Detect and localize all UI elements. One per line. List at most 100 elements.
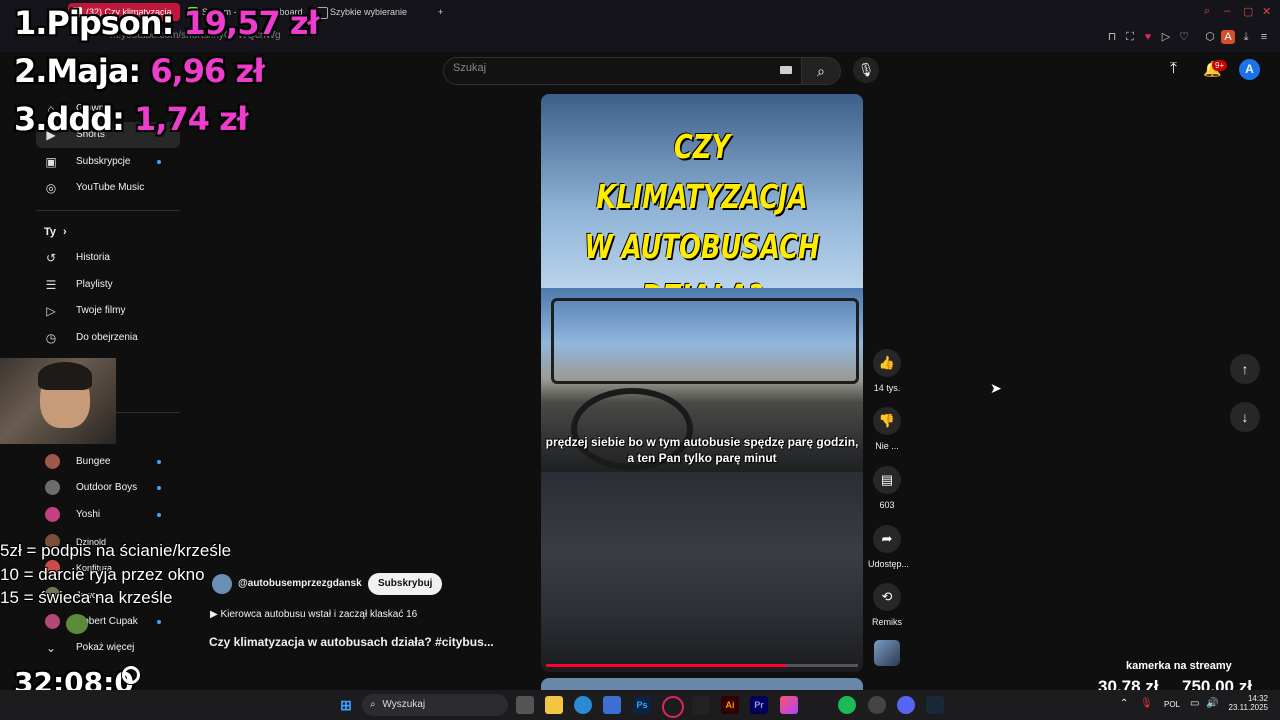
new-content-dot xyxy=(157,486,161,490)
remix-icon: ⟲ xyxy=(873,583,901,611)
discord-icon[interactable] xyxy=(897,696,915,714)
music-icon: ◎ xyxy=(45,181,57,195)
sidebar-sub-outdoor-boys[interactable]: Outdoor Boys xyxy=(36,475,180,501)
network-icon[interactable]: ▭ xyxy=(1190,698,1199,709)
task-view-icon[interactable] xyxy=(516,696,534,714)
microphone-icon: 🎙 xyxy=(857,62,875,77)
like-button[interactable]: 👍 14 tys. xyxy=(868,349,906,393)
minimize-button[interactable]: – xyxy=(1224,5,1230,17)
sidebar-sub-bungee[interactable]: Bungee xyxy=(36,449,180,475)
related-video-link[interactable]: ▶ Kierowca autobusu wstał i zaczął klask… xyxy=(210,609,417,620)
remix-button[interactable]: ⟲ Remiks xyxy=(868,583,906,627)
sound-thumbnail[interactable] xyxy=(874,640,900,666)
new-tab-button[interactable]: + xyxy=(438,3,443,21)
pocket-icon[interactable]: ♥ xyxy=(1141,30,1155,44)
download-icon[interactable]: ⤓ xyxy=(1239,30,1253,44)
play-icon: ▶ xyxy=(210,609,221,620)
new-content-dot xyxy=(157,513,161,517)
sidebar-item-playlists[interactable]: ☰ Playlisty xyxy=(36,272,180,298)
sidebar-item-watch-later[interactable]: ◷ Do obejrzenia xyxy=(36,325,180,351)
previous-short-button[interactable]: ↑ xyxy=(1230,354,1260,384)
heart-icon[interactable]: ♡ xyxy=(1177,30,1191,44)
sidebar-divider xyxy=(36,210,180,211)
opera-gx-icon[interactable] xyxy=(662,696,684,718)
clock[interactable]: 14:32 23.11.2025 xyxy=(1229,694,1268,712)
spotify-icon[interactable] xyxy=(838,696,856,714)
channel-avatar xyxy=(45,507,60,522)
figma-icon[interactable] xyxy=(780,696,798,714)
windshield-frame xyxy=(551,298,859,384)
illustrator-icon[interactable]: Ai xyxy=(721,696,739,714)
mouse-cursor-icon: ➤ xyxy=(990,380,1002,396)
search-input[interactable] xyxy=(443,57,803,85)
sidebar-you-header[interactable]: Ty › xyxy=(36,219,180,245)
donation-rank-2: 2.Maja: 6,96 zł xyxy=(14,52,265,90)
sidebar-sub-robert-cupak[interactable]: Robert Cupak xyxy=(36,609,180,635)
edge-icon[interactable] xyxy=(574,696,592,714)
volume-icon[interactable]: 🔊 xyxy=(1206,698,1218,709)
short-video-player[interactable]: CZY KLIMATYZACJA W AUTOBUSACH DZIAŁA? pr… xyxy=(541,94,863,672)
streamer-hair xyxy=(38,362,92,390)
photoshop-icon[interactable]: Ps xyxy=(633,696,651,714)
search-tabs-icon[interactable]: ⌕ xyxy=(1204,5,1210,18)
share-button[interactable]: ➦ Udostęp... xyxy=(868,525,909,569)
bookmark-icon[interactable]: ⊓ xyxy=(1105,30,1119,44)
blurred-video-area xyxy=(541,472,863,672)
steam-icon[interactable] xyxy=(926,696,944,714)
history-icon: ↺ xyxy=(45,251,57,265)
profile-icon[interactable]: A xyxy=(1221,30,1235,44)
tab-speed-dial[interactable]: Szybkie wybieranie xyxy=(312,3,407,21)
sidebar-show-more[interactable]: ⌄ Pokaż więcej xyxy=(36,635,180,661)
next-short-button[interactable]: ↓ xyxy=(1230,402,1260,432)
screenshot-icon[interactable]: ⛶ xyxy=(1123,30,1137,44)
channel-name[interactable]: @autobusemprzezgdansk xyxy=(238,578,362,589)
notifications-badge: 9+ xyxy=(1212,60,1228,71)
taskbar-search[interactable]: ⌕ Wyszukaj xyxy=(362,694,508,716)
arrow-up-icon: ↑ xyxy=(1241,361,1249,377)
webcam-feed xyxy=(0,358,116,444)
donation-rank-3: 3.ddd: 1,74 zł xyxy=(14,100,249,138)
obs-icon[interactable] xyxy=(868,696,886,714)
upload-icon[interactable]: ⤒ xyxy=(1170,60,1177,78)
video-icon: ▷ xyxy=(46,304,56,318)
channel-avatar[interactable] xyxy=(212,574,232,594)
search-button[interactable]: ⌕ xyxy=(801,57,841,85)
menu-icon[interactable]: ≡ xyxy=(1257,30,1271,44)
windows-start-icon[interactable]: ⊞ xyxy=(337,696,355,714)
video-title-card: CZY KLIMATYZACJA W AUTOBUSACH DZIAŁA? xyxy=(541,94,863,316)
player-icon[interactable]: ▷ xyxy=(1159,30,1173,44)
capcut-icon[interactable] xyxy=(692,696,710,714)
store-icon[interactable] xyxy=(603,696,621,714)
avatar[interactable]: A xyxy=(1239,59,1260,80)
chevron-down-icon: ⌄ xyxy=(45,641,57,655)
next-short-preview[interactable] xyxy=(541,678,863,690)
subscriptions-icon: ▣ xyxy=(45,155,57,169)
new-content-dot xyxy=(157,620,161,624)
donation-rule-3: 15 = świeca na krześle xyxy=(0,588,173,607)
sidebar-sub-yoshi[interactable]: Yoshi xyxy=(36,502,180,528)
subscribe-button[interactable]: Subskrybuj xyxy=(368,573,443,595)
sidebar-item-history[interactable]: ↺ Historia xyxy=(36,245,180,271)
voice-search-button[interactable]: 🎙 xyxy=(853,57,879,83)
extensions-icon[interactable]: ⬡ xyxy=(1203,30,1217,44)
video-progress-fill xyxy=(546,664,786,667)
microphone-muted-icon[interactable]: 🎙 xyxy=(1140,698,1153,709)
comments-button[interactable]: ▤ 603 xyxy=(868,466,906,510)
chevron-up-icon[interactable]: ⌃ xyxy=(1120,698,1128,709)
maximize-button[interactable]: ▢ xyxy=(1243,5,1253,18)
new-content-dot xyxy=(157,460,161,464)
sidebar-item-youtube-music[interactable]: ◎ YouTube Music xyxy=(36,175,180,201)
keyboard-icon[interactable] xyxy=(780,66,792,74)
sidebar-item-subscriptions[interactable]: ▣ Subskrypcje xyxy=(36,149,180,175)
language-indicator[interactable]: POL xyxy=(1164,700,1180,709)
premiere-icon[interactable]: Pr xyxy=(750,696,768,714)
timer-ring-icon xyxy=(122,666,140,684)
file-explorer-icon[interactable] xyxy=(545,696,563,714)
arrow-down-icon: ↓ xyxy=(1241,409,1249,425)
sidebar-item-your-videos[interactable]: ▷ Twoje filmy xyxy=(36,298,180,324)
dislike-button[interactable]: 👎 Nie ... xyxy=(868,407,906,451)
close-window-button[interactable]: ✕ xyxy=(1262,5,1271,18)
channel-avatar xyxy=(45,614,60,629)
thumbs-up-icon: 👍 xyxy=(873,349,901,377)
donation-rule-1: 5zł = podpis na ścianie/krześle xyxy=(0,541,232,560)
